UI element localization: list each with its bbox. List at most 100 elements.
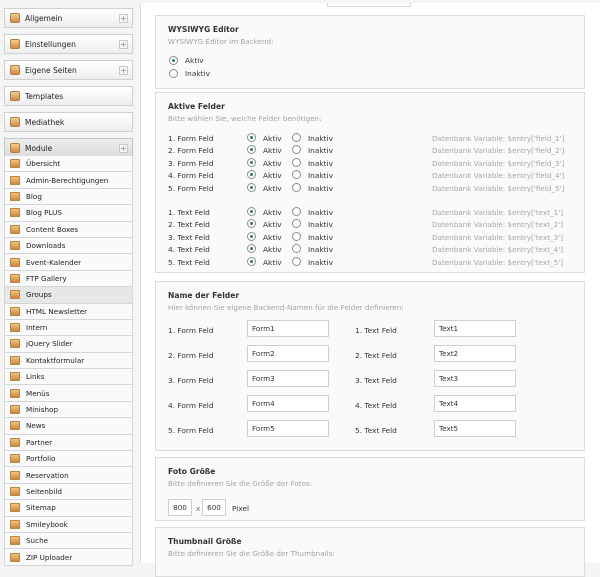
field-inactive-radio[interactable]	[292, 170, 301, 180]
module-icon	[10, 339, 20, 349]
field-active-radio[interactable]	[247, 207, 256, 216]
field-label: 3. Text Feld	[168, 232, 210, 242]
radio-label: Aktiv	[263, 245, 282, 255]
field-active-radio[interactable]	[247, 219, 256, 229]
wysiwyg-active-radio[interactable]	[169, 56, 178, 65]
module-item[interactable]: Reservation	[4, 467, 133, 484]
pages-icon	[10, 65, 20, 75]
section-subtitle: Bitte wählen Sie, welche Felder benötige…	[168, 114, 322, 123]
field-active-radio[interactable]	[247, 256, 256, 266]
form-field-name-input[interactable]	[247, 395, 329, 412]
field-inactive-radio[interactable]	[292, 256, 301, 266]
sidebar-item-eigene-seiten[interactable]: Eigene Seiten	[4, 60, 133, 80]
text-field-name-input[interactable]	[434, 395, 516, 412]
module-item[interactable]: Seitenbild	[4, 483, 133, 501]
text-field-name-input[interactable]	[434, 420, 516, 437]
module-item[interactable]: Smileybook	[4, 516, 133, 533]
field-active-radio[interactable]	[247, 170, 256, 180]
section-title: Foto Größe	[168, 467, 216, 476]
field-inactive-radio[interactable]	[292, 145, 301, 155]
photo-width-input[interactable]	[168, 499, 192, 516]
module-item[interactable]: Downloads	[4, 237, 133, 255]
module-item[interactable]: Blog PLUS	[4, 205, 133, 222]
module-icon	[10, 503, 20, 513]
module-item[interactable]: Groups	[4, 287, 133, 304]
field-inactive-radio[interactable]	[292, 182, 301, 192]
module-item[interactable]: Suche	[4, 532, 133, 550]
text-field-name-label: 1. Text Feld	[355, 326, 397, 335]
module-item[interactable]: Partner	[4, 434, 133, 452]
module-icon	[10, 372, 20, 382]
text-field-name-input[interactable]	[434, 345, 516, 362]
module-item-label: Admin-Berechtigungen	[26, 175, 109, 185]
module-item[interactable]: ZIP Uploader	[4, 549, 133, 566]
active-tab[interactable]	[327, 3, 411, 7]
radio-label: Aktiv	[263, 171, 282, 181]
module-item[interactable]: Intern	[4, 319, 133, 337]
field-inactive-radio[interactable]	[292, 157, 301, 167]
field-active-radio[interactable]	[247, 231, 256, 241]
form-field-name-input[interactable]	[247, 420, 329, 437]
photo-height-input[interactable]	[202, 499, 226, 516]
form-field-name-input[interactable]	[247, 345, 329, 362]
text-field-name-input[interactable]	[434, 320, 516, 337]
sidebar-item-mediathek[interactable]: Mediathek	[4, 112, 133, 132]
module-item[interactable]: FTP Gallery	[4, 270, 133, 288]
expand-plus-icon[interactable]	[119, 40, 128, 49]
module-item[interactable]: Sitemap	[4, 500, 133, 517]
text-field-name-input[interactable]	[434, 370, 516, 387]
module-icon	[10, 470, 20, 480]
module-item-label: Menüs	[26, 388, 50, 398]
module-item[interactable]: Übersicht	[4, 156, 133, 173]
section-title: Name der Felder	[168, 291, 240, 300]
wysiwyg-inactive-radio[interactable]	[169, 69, 178, 78]
form-field-name-input[interactable]	[247, 370, 329, 387]
sidebar-item-templates[interactable]: Templates	[4, 86, 133, 106]
field-active-radio[interactable]	[247, 244, 256, 254]
module-icon	[10, 388, 20, 398]
db-variable-label: Datenbank Variable: $entry['text_3']	[432, 232, 563, 242]
module-item[interactable]: News	[4, 418, 133, 435]
module-item-label: Intern	[26, 323, 48, 333]
module-item[interactable]: Menüs	[4, 385, 133, 402]
field-active-radio[interactable]	[247, 182, 256, 192]
module-item[interactable]: Blog	[4, 188, 133, 206]
radio-label: Aktiv	[263, 183, 282, 193]
module-icon	[10, 273, 20, 283]
sidebar-item-module[interactable]: Module	[4, 138, 133, 158]
module-icon	[10, 421, 20, 431]
module-item[interactable]: Content Boxes	[4, 221, 133, 238]
module-item-label: Groups	[26, 290, 52, 300]
radio-label: Aktiv	[263, 257, 282, 267]
module-icon	[10, 487, 20, 496]
module-item[interactable]: HTML Newsletter	[4, 303, 133, 320]
expand-plus-icon[interactable]	[119, 66, 128, 75]
module-item-label: HTML Newsletter	[26, 306, 88, 316]
sidebar-item-einstellungen[interactable]: Einstellungen	[4, 34, 133, 54]
module-icon	[10, 175, 20, 185]
field-inactive-radio[interactable]	[292, 133, 301, 142]
expand-plus-icon[interactable]	[119, 144, 128, 153]
field-inactive-radio[interactable]	[292, 231, 301, 241]
module-item[interactable]: Admin-Berechtigungen	[4, 172, 133, 189]
field-inactive-radio[interactable]	[292, 207, 301, 216]
module-item[interactable]: Minishop	[4, 401, 133, 419]
module-item[interactable]: Portfolio	[4, 451, 133, 468]
db-variable-label: Datenbank Variable: $entry['field_5']	[432, 183, 565, 193]
module-item[interactable]: Links	[4, 369, 133, 386]
module-item[interactable]: Event-Kalender	[4, 254, 133, 271]
module-item-label: Downloads	[26, 241, 66, 251]
field-active-radio[interactable]	[247, 133, 256, 142]
field-inactive-radio[interactable]	[292, 219, 301, 229]
field-inactive-radio[interactable]	[292, 244, 301, 254]
module-item-label: Links	[26, 372, 45, 382]
module-item[interactable]: Kontaktformular	[4, 352, 133, 370]
module-icon	[10, 290, 20, 300]
form-field-name-input[interactable]	[247, 320, 329, 337]
module-item-label: Partner	[26, 437, 53, 447]
field-active-radio[interactable]	[247, 157, 256, 167]
sidebar-item-allgemein[interactable]: Allgemein	[4, 8, 133, 28]
module-item[interactable]: jQuery Slider	[4, 336, 133, 353]
expand-plus-icon[interactable]	[119, 14, 128, 23]
field-active-radio[interactable]	[247, 145, 256, 155]
